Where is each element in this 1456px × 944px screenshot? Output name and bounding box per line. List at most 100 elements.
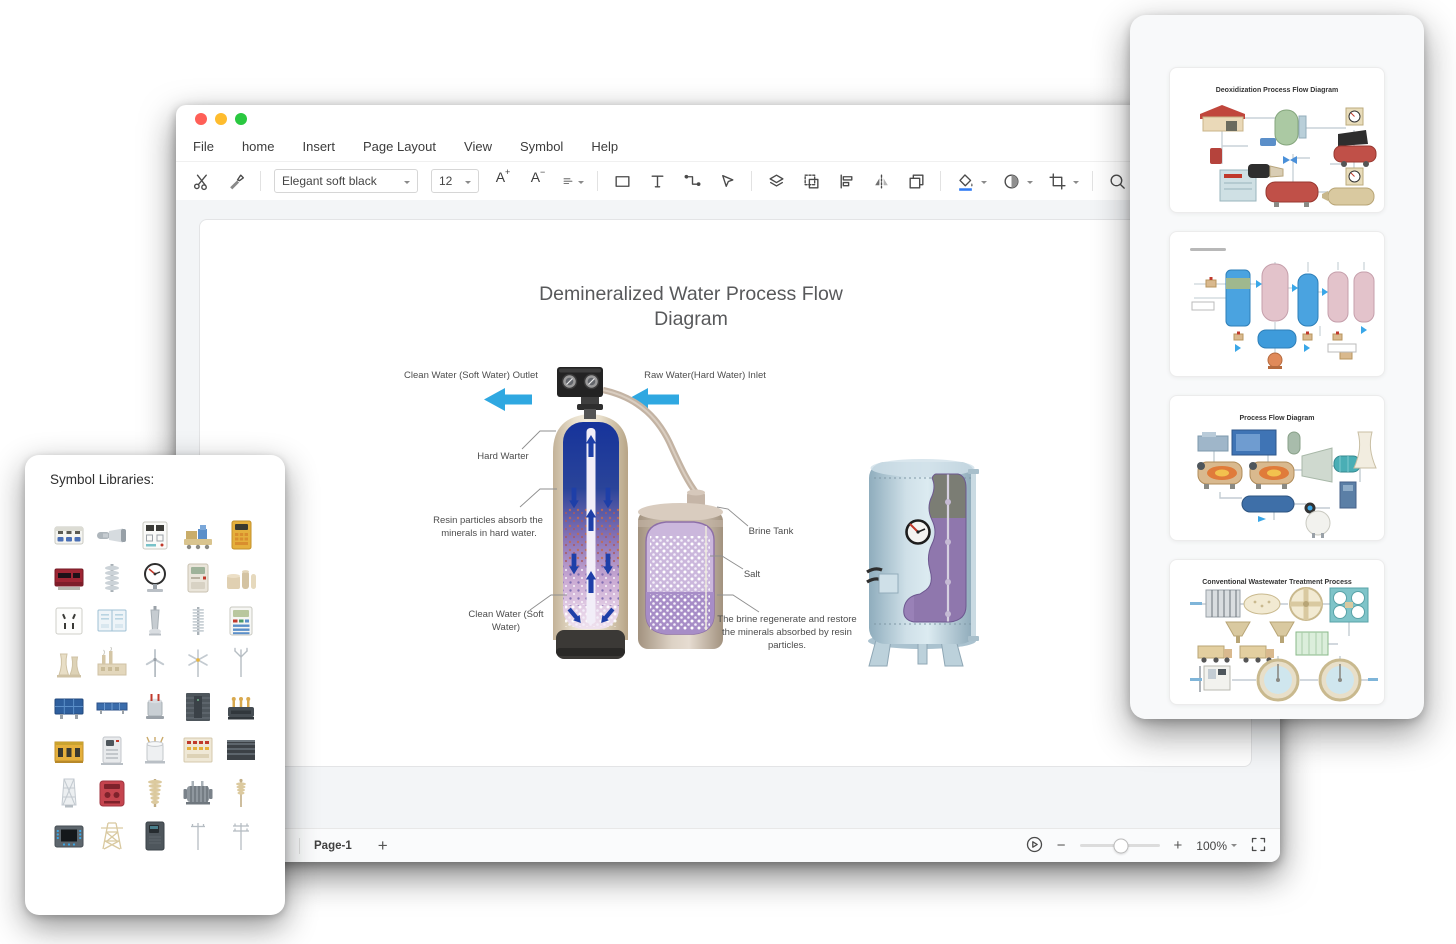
electrical-cabinet[interactable] (138, 819, 172, 853)
resin-label-line1[interactable]: Resin particles absorb the (433, 515, 543, 526)
zoom-slider-thumb[interactable] (1113, 838, 1129, 853)
corona-coil[interactable] (181, 604, 215, 638)
brine-tank[interactable] (638, 489, 723, 650)
insulator-pole[interactable] (224, 776, 258, 810)
electric-meter[interactable] (181, 561, 215, 595)
layers-icon[interactable] (765, 170, 787, 192)
font-family-select[interactable]: Elegant soft black (274, 169, 418, 193)
heat-sink-grid[interactable] (224, 733, 258, 767)
canvas-area[interactable]: Demineralized Water Process Flow Diagram… (176, 200, 1280, 829)
page-tab[interactable]: Page-1 (314, 840, 352, 852)
hard-water-label[interactable]: Hard Warter (477, 451, 528, 462)
drawing-page[interactable]: Demineralized Water Process Flow Diagram… (199, 219, 1252, 767)
diagram-title-line1[interactable]: Demineralized Water Process Flow (539, 283, 844, 305)
zoom-search-icon[interactable] (1106, 170, 1128, 192)
antenna-mast[interactable] (224, 647, 258, 681)
increase-font-button[interactable]: A + (492, 168, 514, 192)
wind-turbine-star[interactable] (181, 647, 215, 681)
chevron-down-icon[interactable] (981, 181, 987, 187)
menu-page-layout[interactable]: Page Layout (363, 139, 436, 154)
align-objects-icon[interactable] (835, 170, 857, 192)
zoom-percent[interactable]: 100% (1196, 839, 1237, 853)
zoom-out-button[interactable]: − (1057, 838, 1066, 853)
storage-tanks[interactable] (224, 561, 258, 595)
fill-color-button[interactable] (954, 170, 976, 192)
brine-note-line2[interactable]: the minerals absorbed by resin (722, 627, 852, 638)
connector-tool[interactable] (681, 170, 703, 192)
maximize-button[interactable] (235, 112, 247, 125)
shadow-style-button[interactable] (1000, 170, 1022, 192)
server-rack[interactable] (181, 690, 215, 724)
pole-transformer[interactable] (138, 690, 172, 724)
lattice-mast[interactable] (52, 776, 86, 810)
control-valve[interactable] (557, 367, 603, 419)
water-process-diagram[interactable]: Demineralized Water Process Flow Diagram… (200, 220, 1251, 766)
menu-home[interactable]: home (242, 139, 275, 154)
pressure-gauge[interactable] (138, 561, 172, 595)
power-plant[interactable] (95, 647, 129, 681)
control-panel[interactable] (181, 733, 215, 767)
crop-button[interactable] (1046, 170, 1068, 192)
cable-joint[interactable] (95, 518, 129, 552)
insulator-tan[interactable] (138, 776, 172, 810)
shape-rectangle-tool[interactable] (611, 170, 633, 192)
salt-label[interactable]: Salt (744, 569, 761, 580)
resin-storage-tank[interactable] (866, 459, 979, 667)
add-page-button[interactable]: + (378, 836, 388, 856)
template-card-deoxidization[interactable]: Deoxidization Process Flow Diagram (1169, 67, 1385, 213)
wall-socket[interactable] (52, 604, 86, 638)
softener-tank[interactable] (553, 414, 628, 659)
text-tool[interactable] (646, 170, 668, 192)
presentation-play-icon[interactable] (1026, 836, 1043, 856)
clean-water-label-line1[interactable]: Clean Water (Soft (468, 609, 544, 620)
power-supply-unit[interactable] (138, 518, 172, 552)
fullscreen-icon[interactable] (1251, 837, 1266, 855)
diagram-title-line2[interactable]: Diagram (654, 308, 728, 330)
decrease-font-button[interactable]: A − (527, 168, 549, 192)
insulator-string[interactable] (95, 561, 129, 595)
utility-pole-crossarm[interactable] (224, 819, 258, 853)
menu-symbol[interactable]: Symbol (520, 139, 563, 154)
protection-relay[interactable] (52, 561, 86, 595)
resin-label-line2[interactable]: minerals in hard water. (441, 528, 537, 539)
oil-transformer[interactable] (181, 776, 215, 810)
energy-meter-yellow[interactable] (224, 518, 258, 552)
solar-panel[interactable] (52, 690, 86, 724)
zoom-in-button[interactable]: + (1174, 838, 1183, 853)
flip-mirror-icon[interactable] (870, 170, 892, 192)
circuit-breaker[interactable] (52, 518, 86, 552)
menu-insert[interactable]: Insert (302, 139, 335, 154)
bushing-pair[interactable] (138, 733, 172, 767)
distribution-cabinet[interactable] (95, 604, 129, 638)
font-size-select[interactable]: 12 (431, 169, 479, 193)
cooling-towers[interactable] (52, 647, 86, 681)
menu-view[interactable]: View (464, 139, 492, 154)
template-card-chemical-process[interactable] (1169, 231, 1385, 377)
charging-station[interactable] (95, 733, 129, 767)
utility-pole[interactable] (181, 819, 215, 853)
menu-file[interactable]: File (193, 139, 214, 154)
zoom-slider[interactable] (1079, 838, 1160, 853)
chevron-down-icon[interactable] (1027, 181, 1033, 187)
group-icon[interactable] (800, 170, 822, 192)
format-painter-icon[interactable] (225, 170, 247, 192)
power-module[interactable] (224, 690, 258, 724)
solar-array-strip[interactable] (95, 690, 129, 724)
bring-to-front-icon[interactable] (905, 170, 927, 192)
cut-icon[interactable] (190, 170, 212, 192)
pointer-tool[interactable] (716, 170, 738, 192)
transmission-tower[interactable] (95, 819, 129, 853)
brine-note-line3[interactable]: particles. (768, 640, 806, 651)
template-card-wastewater[interactable]: Conventional Wastewater Treatment Proces… (1169, 559, 1385, 705)
bushing-cone[interactable] (138, 604, 172, 638)
calculator-meter[interactable] (224, 604, 258, 638)
minimize-button[interactable] (215, 112, 227, 125)
meter-red[interactable] (95, 776, 129, 810)
outlet-label[interactable]: Clean Water (Soft Water) Outlet (404, 370, 538, 381)
brine-note-line1[interactable]: The brine regenerate and restore (717, 614, 856, 625)
outlet-arrow[interactable] (484, 388, 532, 411)
text-align-button[interactable] (562, 170, 584, 192)
substation-building[interactable] (52, 733, 86, 767)
close-button[interactable] (195, 112, 207, 125)
hmi-display[interactable] (52, 819, 86, 853)
